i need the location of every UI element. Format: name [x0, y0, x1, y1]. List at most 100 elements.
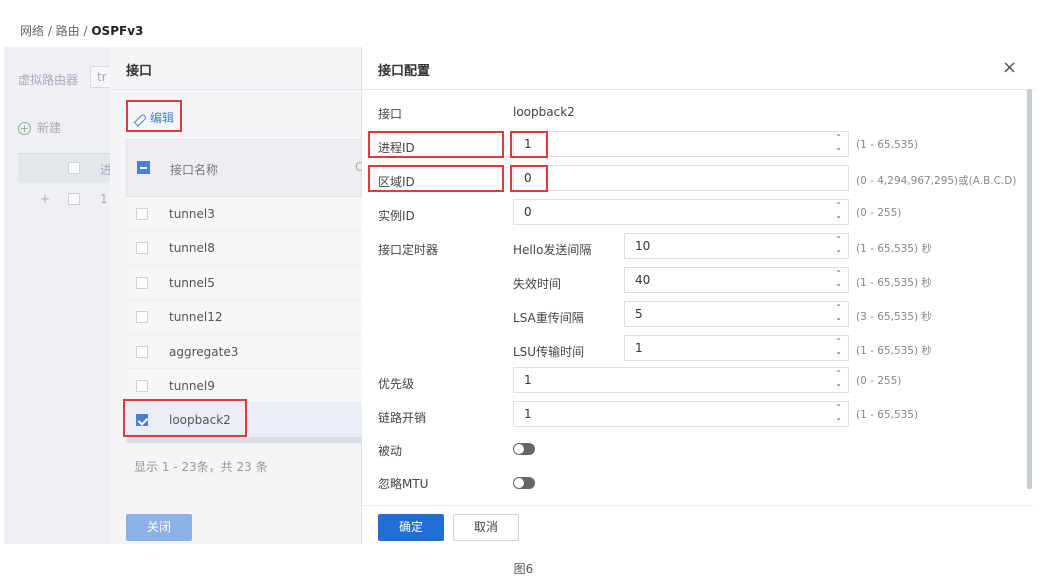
row-checkbox[interactable]: [68, 193, 80, 205]
edit-label: 编辑: [150, 111, 175, 125]
spinner-icon[interactable]: ⌃ ⌄: [835, 337, 842, 357]
instance-id-hint: (0 - 255): [856, 207, 902, 219]
interface-name: tunnel12: [169, 310, 223, 325]
instance-id-label: 实例ID: [378, 209, 415, 223]
row-checkbox[interactable]: [136, 345, 148, 358]
area-id-field[interactable]: 0: [513, 165, 849, 191]
header-checkbox[interactable]: [68, 162, 80, 174]
row-checkbox[interactable]: [136, 242, 148, 255]
row-value: 1: [100, 192, 108, 206]
interface-name: tunnel8: [169, 241, 215, 256]
interface-table-header: 接口名称 C: [126, 139, 363, 197]
vrouter-label: 虚拟路由器: [18, 73, 79, 87]
highlight-box-area-value: [510, 165, 548, 192]
lsu-transmit-field[interactable]: 1 ⌃ ⌄: [624, 335, 849, 361]
spinner-icon[interactable]: ⌃ ⌄: [835, 201, 842, 221]
spinner-icon[interactable]: ⌃ ⌄: [835, 235, 842, 255]
dead-interval-hint: (1 - 65,535) 秒: [856, 277, 932, 289]
priority-hint: (0 - 255): [856, 375, 902, 387]
new-button[interactable]: + 新建: [18, 119, 61, 136]
background-table-row: + 1: [18, 185, 118, 215]
spinner-icon[interactable]: ⌃ ⌄: [835, 269, 842, 289]
cancel-button[interactable]: 取消: [453, 514, 519, 541]
spinner-icon[interactable]: ⌃ ⌄: [835, 303, 842, 323]
interface-name: tunnel5: [169, 275, 215, 290]
interface-timer-label: 接口定时器: [378, 243, 439, 257]
hello-interval-label: Hello发送间隔: [513, 243, 592, 257]
vertical-scrollbar[interactable]: [1027, 89, 1032, 489]
interface-table: 接口名称 C tunnel3 tunnel8 tunnel5 tunnel12 …: [126, 139, 363, 438]
highlight-box-process-value: [510, 131, 548, 158]
close-button[interactable]: 关闭: [126, 514, 192, 541]
breadcrumb-path: 网络 / 路由 /: [20, 24, 92, 38]
breadcrumb-current: OSPFv3: [91, 24, 144, 38]
link-cost-label: 链路开销: [378, 411, 427, 425]
figure-caption: 图6: [513, 562, 534, 576]
select-all-checkbox[interactable]: [137, 161, 150, 174]
passive-label: 被动: [378, 444, 403, 458]
footer-divider: [362, 505, 1034, 506]
interface-config-panel: 接口配置 × 接口 loopback2 进程ID 1 ⌃ ⌄ (1 - 65,535…: [362, 47, 1034, 544]
col-interface-name: 接口名称: [170, 163, 219, 177]
lsa-retransmit-value: 5: [635, 307, 643, 321]
passive-toggle[interactable]: [513, 443, 535, 455]
link-cost-field[interactable]: 1 ⌃ ⌄: [513, 401, 849, 427]
pagination-summary: 显示 1 - 23条，共 23 条: [134, 460, 268, 474]
interface-panel-title: 接口: [126, 64, 153, 79]
divider: [362, 89, 1034, 90]
spinner-icon[interactable]: ⌃ ⌄: [835, 133, 842, 153]
background-table-header: 进: [18, 153, 118, 183]
link-cost-hint: (1 - 65,535): [856, 409, 919, 421]
priority-label: 优先级: [378, 377, 415, 391]
lsu-transmit-value: 1: [635, 341, 643, 355]
ignore-mtu-toggle[interactable]: [513, 477, 535, 489]
hello-interval-value: 10: [635, 239, 651, 253]
priority-value: 1: [524, 373, 532, 387]
highlight-box-area-label: [368, 165, 504, 192]
edit-button[interactable]: 编辑: [126, 100, 182, 132]
lsa-retransmit-field[interactable]: 5 ⌃ ⌄: [624, 301, 849, 327]
dead-interval-field[interactable]: 40 ⌃ ⌄: [624, 267, 849, 293]
table-row[interactable]: tunnel3: [126, 197, 362, 232]
lsa-retransmit-hint: (3 - 65,535) 秒: [856, 311, 932, 323]
table-row[interactable]: tunnel12: [126, 300, 362, 335]
lsu-transmit-label: LSU传输时间: [513, 345, 585, 359]
highlight-box-process-label: [368, 131, 504, 158]
ignore-mtu-label: 忽略MTU: [378, 477, 429, 491]
process-id-field[interactable]: 1 ⌃ ⌄: [513, 131, 849, 157]
hello-interval-field[interactable]: 10 ⌃ ⌄: [624, 233, 849, 259]
priority-field[interactable]: 1 ⌃ ⌄: [513, 367, 849, 393]
background-content: 虚拟路由器 tr + 新建 进 + 1: [18, 61, 120, 531]
table-row[interactable]: tunnel5: [126, 265, 362, 301]
new-label: 新建: [37, 121, 62, 135]
confirm-button[interactable]: 确定: [378, 514, 444, 541]
close-icon[interactable]: ×: [1002, 57, 1017, 78]
dead-interval-label: 失效时间: [513, 277, 562, 291]
instance-id-field[interactable]: 0 ⌃ ⌄: [513, 199, 849, 225]
interface-panel: 接口 编辑 接口名称 C tunnel3 tunnel8 tunnel5 tun…: [110, 47, 363, 544]
link-cost-value: 1: [524, 407, 532, 421]
instance-id-value: 0: [524, 205, 532, 219]
table-row[interactable]: aggregate3: [126, 334, 362, 369]
row-checkbox[interactable]: [136, 311, 148, 324]
interface-name: aggregate3: [169, 344, 239, 359]
table-row[interactable]: tunnel8: [126, 231, 362, 266]
area-id-hint: (0 - 4,294,967,295)或(A.B.C.D): [856, 175, 1017, 187]
config-panel-title: 接口配置: [378, 64, 431, 79]
lsu-transmit-hint: (1 - 65,535) 秒: [856, 345, 932, 357]
spinner-icon[interactable]: ⌃ ⌄: [835, 369, 842, 389]
process-id-hint: (1 - 65,535): [856, 139, 919, 151]
highlight-box-selected-row: [123, 399, 247, 437]
divider: [110, 89, 362, 90]
spinner-icon[interactable]: ⌃ ⌄: [835, 403, 842, 423]
breadcrumb: 网络 / 路由 / OSPFv3: [20, 22, 143, 39]
plus-circle-icon: +: [18, 122, 31, 135]
row-checkbox[interactable]: [136, 208, 148, 220]
row-checkbox[interactable]: [136, 379, 148, 392]
row-checkbox[interactable]: [136, 276, 148, 289]
dead-interval-value: 40: [635, 273, 651, 287]
expand-icon[interactable]: +: [40, 192, 50, 206]
pencil-icon: [133, 113, 148, 127]
horizontal-scrollbar[interactable]: [126, 437, 362, 443]
hello-interval-hint: (1 - 65,535) 秒: [856, 243, 932, 255]
